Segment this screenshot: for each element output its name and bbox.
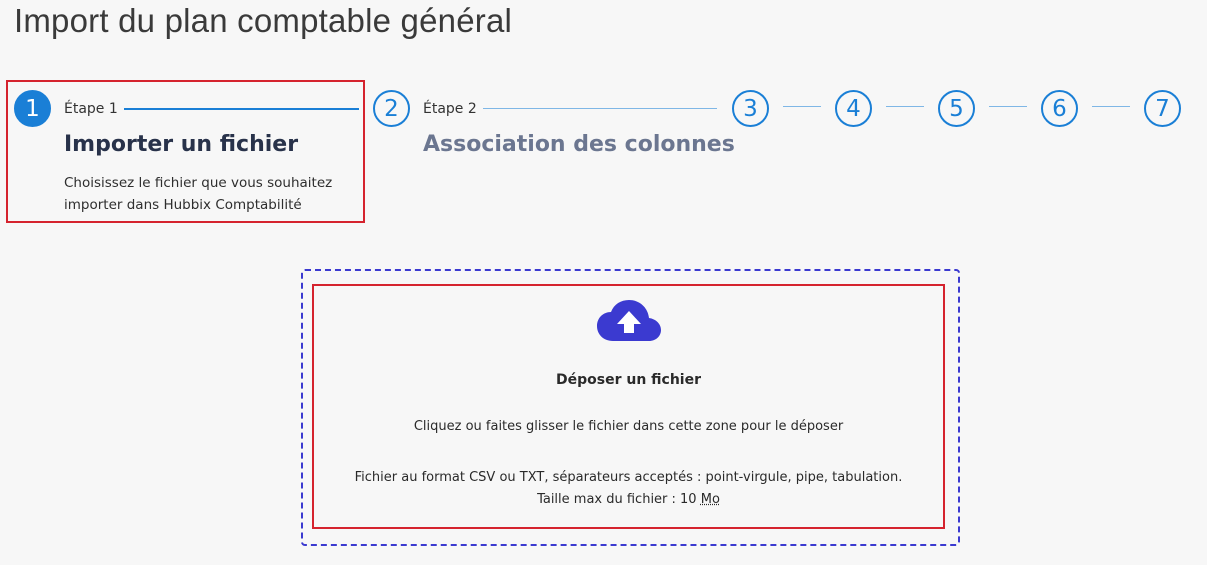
step-connector-1-2 xyxy=(124,108,359,110)
step-2-circle[interactable]: 2 xyxy=(373,90,410,127)
dropzone-max-size-unit: Mo xyxy=(700,492,720,507)
dropzone-instruction: Cliquez ou faites glisser le fichier dan… xyxy=(413,419,844,434)
dropzone-max-size: Taille max du fichier : 10 Mo xyxy=(355,489,903,511)
step-3-circle[interactable]: 3 xyxy=(732,90,769,127)
step-1-title: Importer un fichier xyxy=(64,132,299,157)
step-5-circle[interactable]: 5 xyxy=(938,90,975,127)
dropzone-format-line: Fichier au format CSV ou TXT, séparateur… xyxy=(354,470,903,485)
step-connector-2-3 xyxy=(483,108,717,109)
dropzone-content[interactable]: Déposer un fichier Cliquez ou faites gli… xyxy=(312,284,945,529)
import-page: Import du plan comptable général 1 Étape… xyxy=(0,0,1207,565)
step-2-label: Étape 2 xyxy=(423,101,477,117)
dropzone-max-size-label: Taille max du fichier : 10 xyxy=(537,492,697,507)
step-6-circle[interactable]: 6 xyxy=(1041,90,1078,127)
cloud-upload-icon xyxy=(596,300,661,341)
step-1-label: Étape 1 xyxy=(64,101,118,117)
step-1-description: Choisissez le fichier que vous souhaitez… xyxy=(64,175,333,213)
step-2-title: Association des colonnes xyxy=(423,132,735,157)
step-connector-6-7 xyxy=(1092,106,1130,107)
step-connector-3-4 xyxy=(783,106,821,107)
page-title: Import du plan comptable général xyxy=(14,2,513,39)
step-7-circle[interactable]: 7 xyxy=(1144,90,1181,127)
dropzone-format-info: Fichier au format CSV ou TXT, séparateur… xyxy=(355,467,903,511)
step-1-circle[interactable]: 1 xyxy=(14,90,51,127)
step-connector-5-6 xyxy=(989,106,1027,107)
dropzone-title: Déposer un fichier xyxy=(555,372,701,388)
step-4-circle[interactable]: 4 xyxy=(835,90,872,127)
step-connector-4-5 xyxy=(886,106,924,107)
